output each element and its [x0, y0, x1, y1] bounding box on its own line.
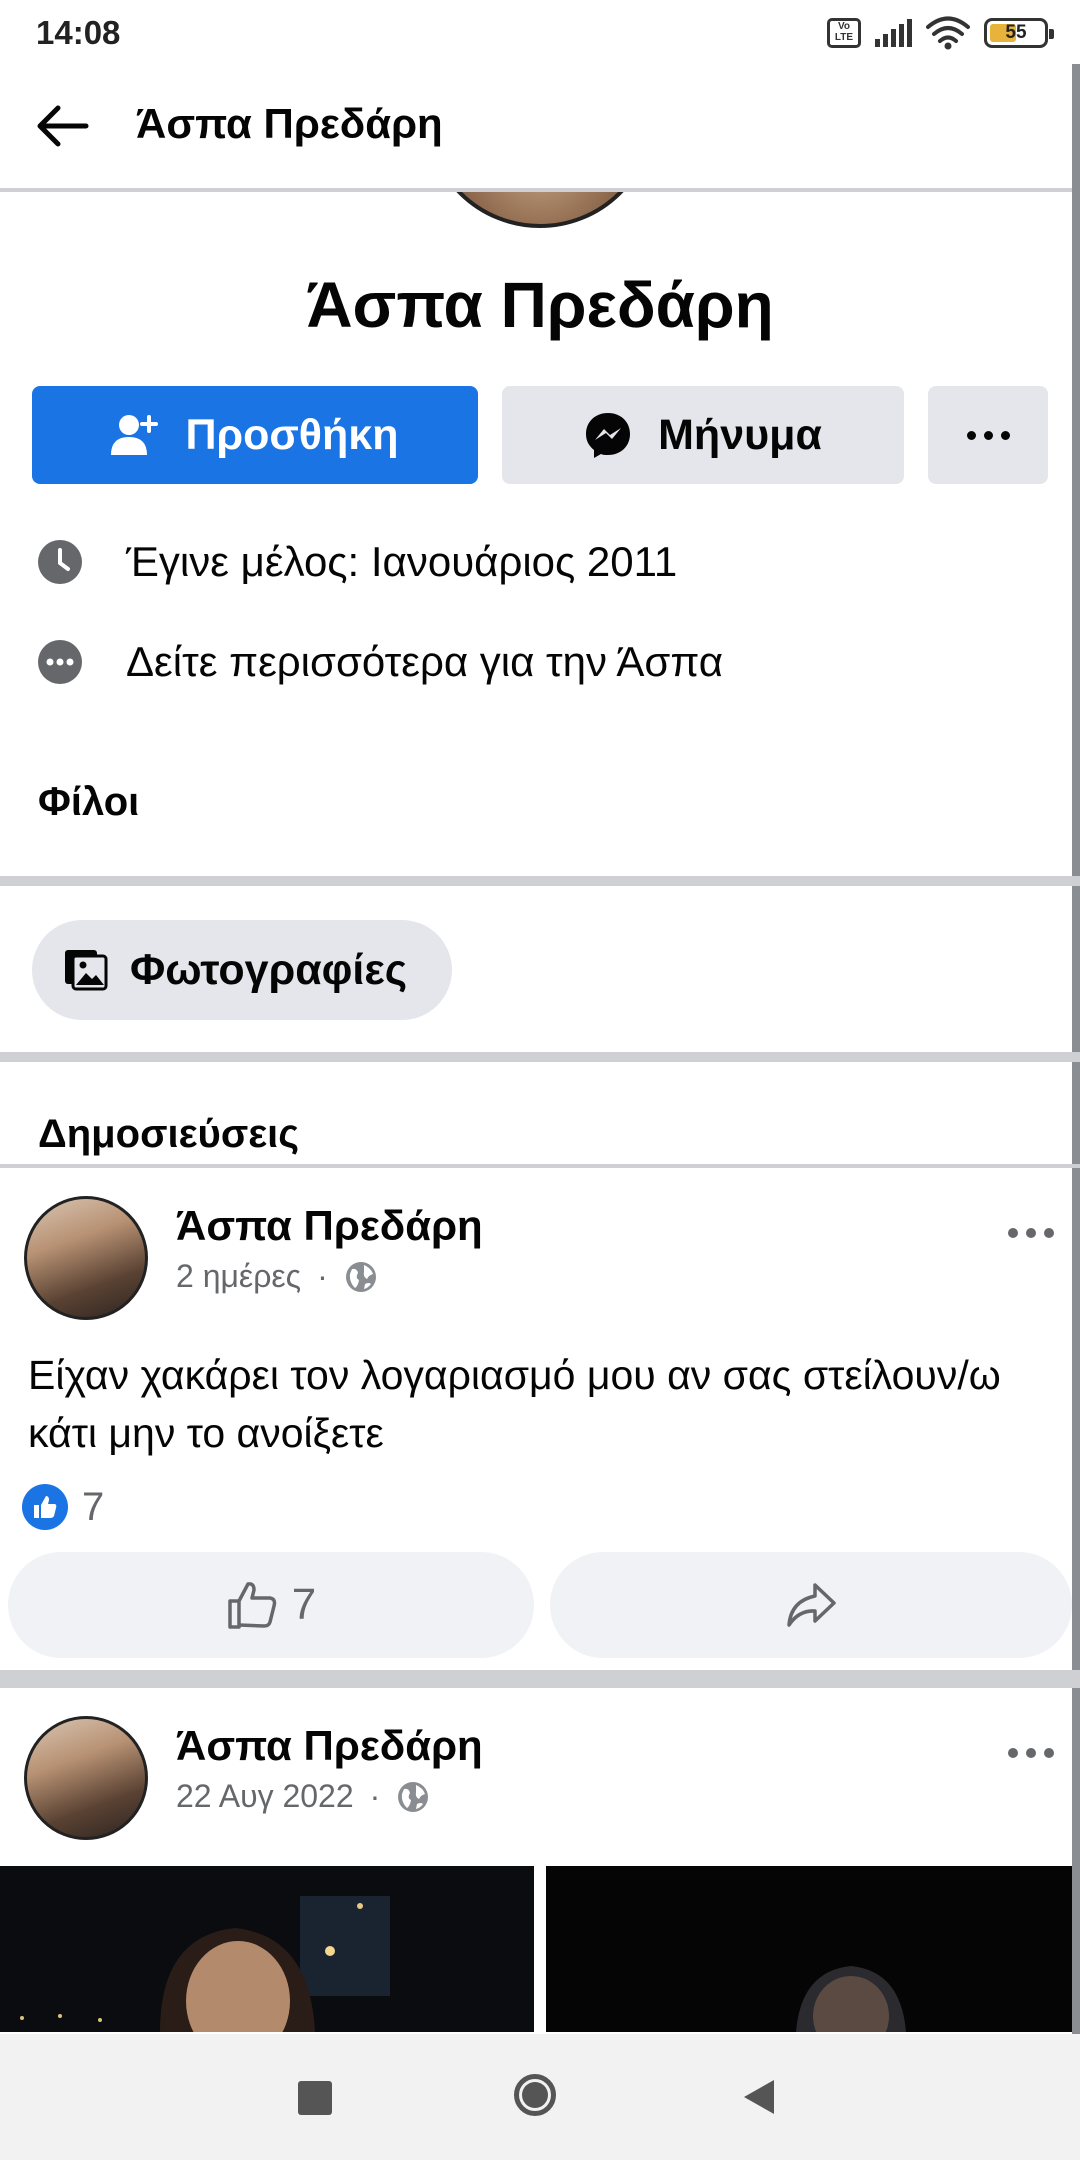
thumbs-up-icon: [228, 1582, 276, 1629]
app-header: Άσπα Πρεδάρη: [0, 64, 1080, 188]
like-button[interactable]: 7: [8, 1552, 534, 1658]
post-meta: 22 Αυγ 2022 ·: [176, 1778, 430, 1815]
post-author[interactable]: Άσπα Πρεδάρη: [176, 1202, 483, 1250]
post-time[interactable]: 22 Αυγ 2022: [176, 1778, 354, 1815]
globe-icon: [398, 1781, 429, 1812]
post-photo[interactable]: [546, 1866, 1072, 2032]
more-circle-icon: [38, 640, 82, 684]
profile-name: Άσπα Πρεδάρη: [306, 269, 774, 341]
posts-divider: [0, 1164, 1080, 1168]
post-time[interactable]: 2 ημέρες: [176, 1258, 301, 1295]
add-friend-button[interactable]: Προσθήκη: [32, 386, 478, 484]
post-avatar[interactable]: [24, 1196, 148, 1320]
add-friend-icon: [111, 415, 159, 455]
wifi-icon: [926, 16, 970, 50]
joined-row: Έγινε μέλος: Ιανουάριος 2011: [38, 538, 677, 586]
meta-separator: ·: [369, 1778, 381, 1814]
joined-text: Έγινε μέλος: Ιανουάριος 2011: [126, 538, 678, 585]
volte-icon: Vo LTE: [827, 18, 861, 48]
back-nav-icon[interactable]: [742, 2078, 776, 2116]
post-meta: 2 ημέρες ·: [176, 1258, 378, 1295]
post-options-icon[interactable]: [1008, 1748, 1054, 1758]
home-icon[interactable]: [514, 2074, 556, 2116]
more-options-button[interactable]: [928, 386, 1048, 484]
post-author[interactable]: Άσπα Πρεδάρη: [176, 1722, 483, 1770]
post-options-icon[interactable]: [1008, 1228, 1054, 1238]
reaction-summary[interactable]: 7: [22, 1484, 104, 1530]
post-photo[interactable]: [0, 1866, 534, 2032]
message-label: Μήνυμα: [658, 410, 822, 459]
status-time: 14:08: [36, 14, 121, 51]
like-count: 7: [291, 1580, 317, 1629]
reaction-count: 7: [82, 1484, 105, 1529]
battery-icon: 55: [984, 18, 1054, 48]
post-separator: [0, 1670, 1080, 1688]
see-more-text: Δείτε περισσότερα για την Άσπα: [126, 638, 723, 685]
clock-icon: [38, 540, 82, 584]
status-bar: 14:08 Vo LTE 55: [0, 0, 1080, 64]
add-friend-label: Προσθήκη: [185, 410, 399, 459]
header-title: Άσπα Πρεδάρη: [136, 100, 443, 147]
post-text: Είχαν χακάρει τον λογαριασμό μου αν σας …: [28, 1352, 1001, 1456]
status-icons: Vo LTE 55: [827, 14, 1054, 52]
messenger-icon: [586, 413, 631, 458]
scrollbar[interactable]: [1072, 64, 1080, 2034]
share-icon: [787, 1583, 836, 1627]
profile-picture[interactable]: [425, 192, 655, 228]
meta-separator: ·: [317, 1258, 328, 1294]
globe-icon: [345, 1261, 376, 1292]
photos-button[interactable]: Φωτογραφίες: [32, 920, 452, 1020]
friends-heading: Φίλοι: [38, 780, 140, 824]
posts-heading: Δημοσιεύσεις: [38, 1112, 300, 1156]
post-avatar[interactable]: [24, 1716, 148, 1840]
section-separator: [0, 876, 1080, 886]
photos-icon: [65, 950, 108, 991]
share-button[interactable]: [550, 1552, 1072, 1658]
section-separator: [0, 1052, 1080, 1062]
back-button[interactable]: [34, 98, 98, 154]
see-more-row[interactable]: Δείτε περισσότερα για την Άσπα: [38, 638, 723, 686]
back-arrow-icon: [37, 105, 89, 147]
recent-apps-icon[interactable]: [298, 2081, 332, 2115]
like-reaction-icon: [22, 1484, 68, 1530]
battery-level: 55: [1005, 22, 1027, 43]
photos-label: Φωτογραφίες: [130, 945, 408, 994]
navigation-bar: [0, 2034, 1080, 2160]
signal-icon: [875, 19, 912, 47]
more-icon: [966, 430, 1010, 440]
message-button[interactable]: Μήνυμα: [502, 386, 904, 484]
